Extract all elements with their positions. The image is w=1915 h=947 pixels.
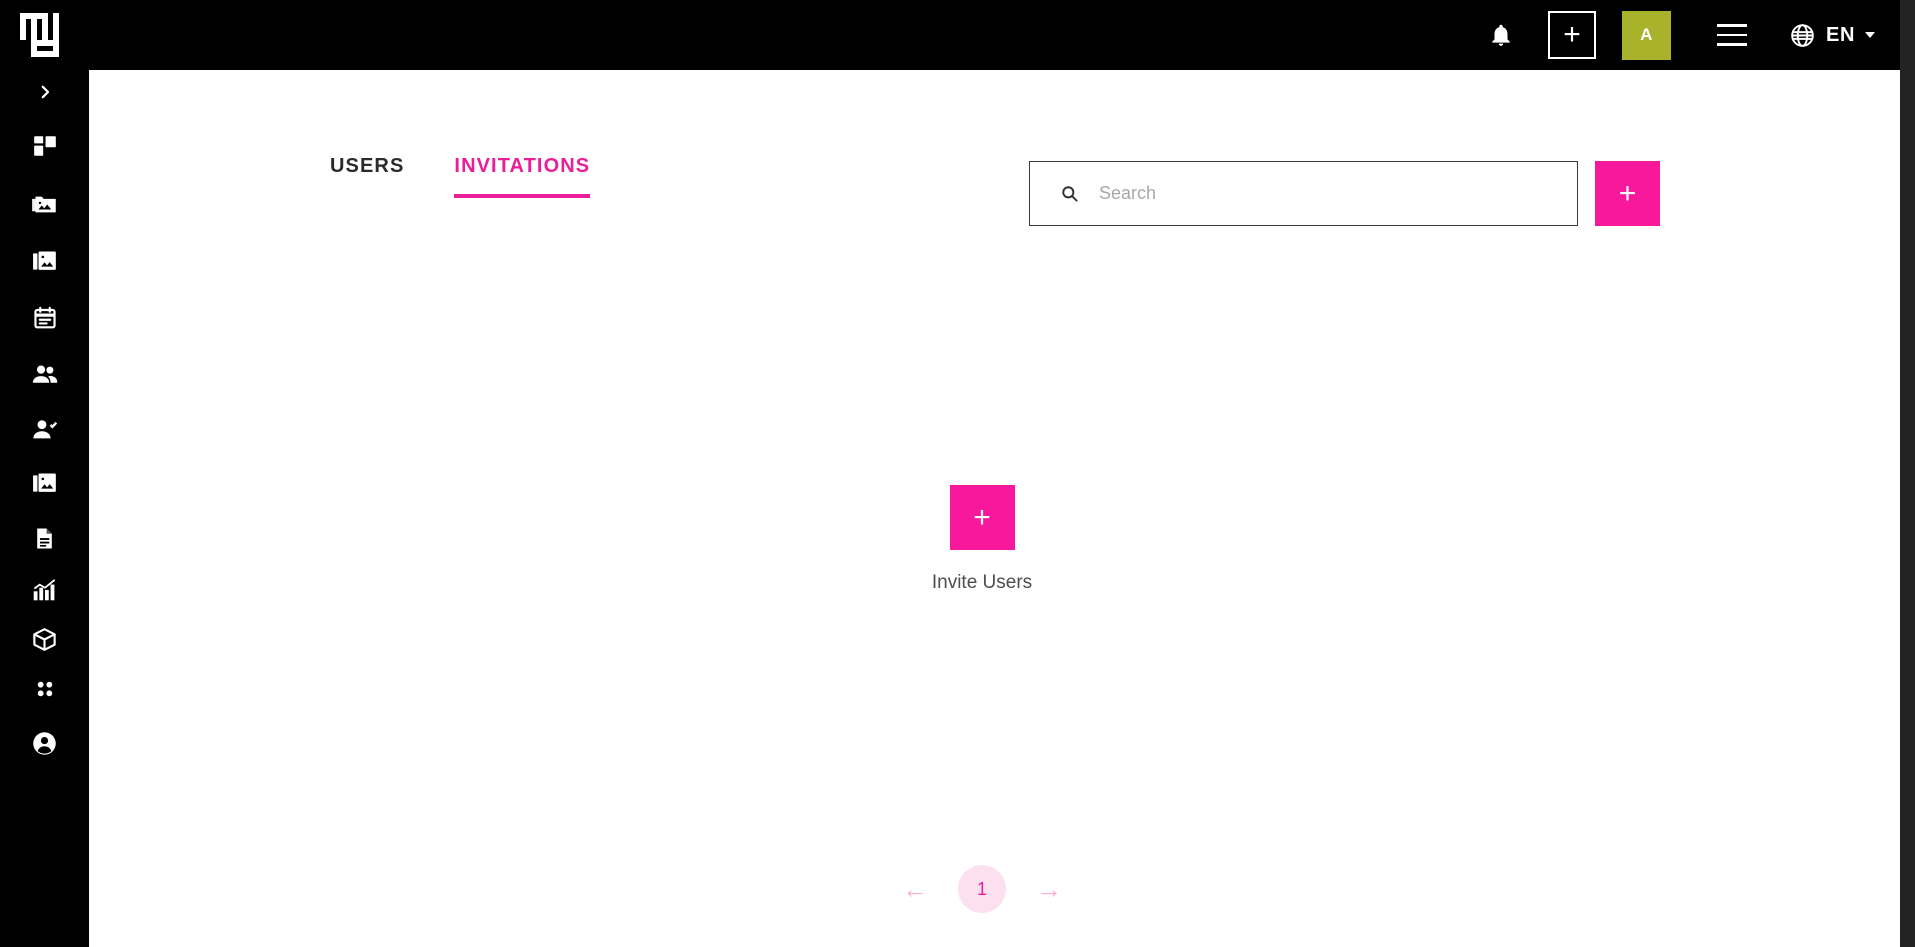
sidebar-item-gallery[interactable]: [0, 461, 89, 505]
chevron-down-icon: [1865, 32, 1875, 38]
four-dots-icon: [37, 681, 52, 697]
globe-icon: [1791, 23, 1814, 47]
search-icon: [1062, 186, 1078, 202]
search-box[interactable]: [1029, 161, 1578, 226]
mu-logo-icon: [19, 13, 59, 57]
tab-invitations[interactable]: INVITATIONS: [454, 155, 591, 198]
search-toolbar: +: [1029, 161, 1660, 226]
invite-users-label: Invite Users: [931, 572, 1033, 593]
header-actions: + A EN: [1474, 0, 1915, 70]
sidebar-item-approvals[interactable]: [0, 408, 89, 452]
sidebar-item-media[interactable]: [0, 239, 89, 283]
notifications-button[interactable]: [1474, 0, 1528, 70]
avatar-initial: A: [1640, 25, 1653, 44]
main-content: USERS INVITATIONS + + Invite Users: [89, 70, 1900, 947]
scrollbar-thumb[interactable]: [1900, 0, 1915, 947]
pagination-inner: ← 1 →: [898, 865, 1066, 913]
sidebar-item-calendar[interactable]: [0, 296, 89, 340]
hamburger-line: [1717, 24, 1748, 27]
header-add-button[interactable]: +: [1548, 11, 1597, 59]
bell-icon: [1492, 24, 1510, 46]
dashboard-grid-icon: [33, 136, 56, 156]
language-selector[interactable]: EN: [1789, 22, 1875, 49]
sidebar-item-collections[interactable]: [0, 182, 89, 226]
plus-icon: +: [1563, 18, 1581, 51]
avatar[interactable]: A: [1622, 10, 1672, 60]
sidebar-item-documents[interactable]: [0, 516, 89, 560]
left-sidebar: [0, 70, 89, 947]
people-icon: [32, 365, 57, 383]
image-stack-icon: [32, 251, 56, 270]
tab-users[interactable]: USERS: [330, 155, 404, 198]
plus-icon: +: [1618, 176, 1637, 210]
empty-state: + Invite Users: [89, 485, 1900, 594]
menu-button[interactable]: [1701, 0, 1763, 70]
sidebar-item-users[interactable]: [0, 353, 89, 397]
document-icon: [37, 528, 52, 548]
top-header: + A EN: [0, 0, 1915, 70]
tab-bar: USERS INVITATIONS: [330, 155, 591, 198]
pagination-page-1[interactable]: 1: [958, 865, 1006, 913]
sidebar-item-apps[interactable]: [0, 667, 89, 711]
brand-logo[interactable]: [0, 0, 89, 70]
account-circle-icon: [33, 731, 56, 755]
language-code: EN: [1826, 23, 1855, 46]
folder-image-icon: [32, 196, 56, 212]
pagination-prev-button[interactable]: ←: [898, 872, 932, 906]
sidebar-item-dashboard[interactable]: [0, 124, 89, 168]
hamburger-line: [1717, 43, 1748, 46]
search-input[interactable]: [1099, 183, 1577, 204]
person-check-icon: [32, 420, 57, 439]
image-frame-icon: [32, 473, 56, 492]
add-invitation-button[interactable]: +: [1595, 161, 1660, 226]
sidebar-item-analytics[interactable]: [0, 567, 89, 611]
invite-users-button[interactable]: +: [949, 485, 1015, 550]
calendar-icon: [33, 306, 56, 329]
plus-icon: +: [973, 500, 991, 534]
pagination-next-button[interactable]: →: [1032, 872, 1066, 906]
bar-chart-icon: [33, 578, 56, 600]
hamburger-line: [1717, 33, 1748, 37]
sidebar-item-account[interactable]: [0, 721, 89, 765]
chevron-right-icon: [41, 85, 49, 99]
sidebar-item-assets[interactable]: [0, 617, 89, 661]
sidebar-expand-toggle[interactable]: [0, 70, 89, 114]
pagination: ← 1 →: [89, 865, 1900, 913]
app-root: + A EN USERS INVITATIONS Search + + Invi…: [0, 0, 1915, 947]
cube-icon: [33, 627, 56, 651]
page-scrollbar[interactable]: [1900, 0, 1915, 947]
